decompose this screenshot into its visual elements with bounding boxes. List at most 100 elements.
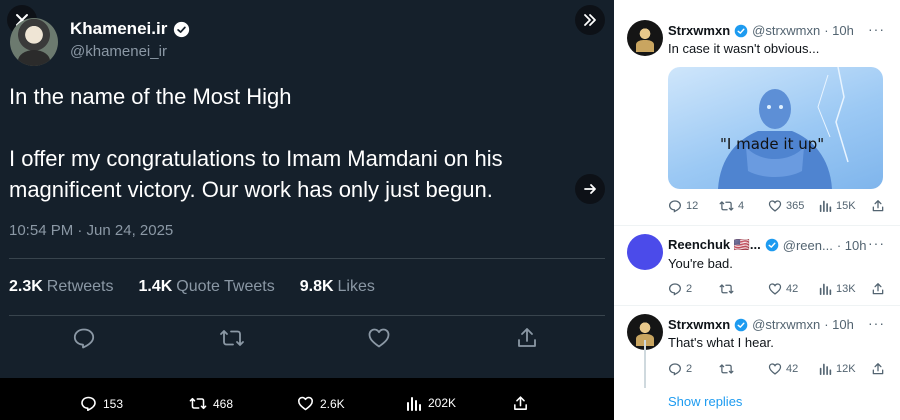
author-name[interactable]: Khamenei.ir xyxy=(70,19,190,39)
reply-count: 2 xyxy=(686,283,693,295)
author-avatar[interactable] xyxy=(10,18,58,66)
views-chart-icon xyxy=(407,397,421,411)
reply-time[interactable]: · 10h xyxy=(824,23,854,38)
retweets-stat[interactable]: 2.3K Retweets xyxy=(9,278,114,296)
views-button[interactable]: 15K xyxy=(819,199,856,212)
views-button[interactable]: 13K xyxy=(819,282,856,295)
verified-badge-icon xyxy=(765,238,779,252)
reply-icon xyxy=(668,283,682,296)
more-options-icon[interactable]: ··· xyxy=(868,21,885,37)
reply-icon xyxy=(81,396,96,412)
avatar[interactable] xyxy=(627,20,663,56)
likes-label: Likes xyxy=(337,278,375,295)
reply-text: That's what I hear. xyxy=(668,335,774,350)
views-count: 13K xyxy=(836,282,856,295)
retweet-icon xyxy=(719,201,734,211)
reply-button[interactable]: 12 xyxy=(668,199,698,213)
bottom-action-bar: 153 468 2.6K 202K xyxy=(0,378,614,420)
reply-time[interactable]: · 10h xyxy=(824,317,854,332)
avatar[interactable] xyxy=(627,234,663,270)
divider xyxy=(9,258,605,259)
views-count: 12K xyxy=(836,362,856,375)
reply-header: Strxwmxn @strxwmxn · 10h xyxy=(668,23,854,38)
arrow-right-icon xyxy=(584,184,596,194)
reply-text: In case it wasn't obvious... xyxy=(668,41,820,56)
retweets-label: Retweets xyxy=(46,278,114,295)
bottom-views-count: 202K xyxy=(428,396,457,410)
views-count: 15K xyxy=(836,199,856,212)
like-button[interactable]: 42 xyxy=(768,362,798,376)
views-chart-icon xyxy=(819,363,832,375)
tweet-action-bar xyxy=(0,326,614,356)
retweet-button[interactable] xyxy=(719,362,738,376)
reply-button[interactable] xyxy=(72,326,98,352)
author-handle[interactable]: @khamenei_ir xyxy=(70,43,167,60)
tweet-detail-panel: Khamenei.ir @khamenei_ir In the name of … xyxy=(0,0,614,420)
like-button[interactable]: 42 xyxy=(768,282,798,296)
reply-action-bar: 12 4 365 15K xyxy=(668,199,890,215)
thread-connector xyxy=(644,340,646,388)
quotes-stat[interactable]: 1.4K Quote Tweets xyxy=(139,278,275,296)
reply-item[interactable]: Strxwmxn @strxwmxn · 10h ··· In case it … xyxy=(614,0,900,225)
retweet-icon xyxy=(189,397,207,410)
reply-author-handle[interactable]: @strxwmxn xyxy=(752,317,820,332)
like-button[interactable] xyxy=(367,326,393,352)
retweet-button[interactable] xyxy=(219,326,245,352)
retweet-button[interactable] xyxy=(719,282,738,296)
bottom-retweet-count: 468 xyxy=(213,396,234,411)
reply-item[interactable]: Strxwmxn @strxwmxn · 10h ··· That's what… xyxy=(614,306,900,420)
heart-icon xyxy=(768,283,782,295)
reply-author-name[interactable]: Reenchuk 🇺🇸... xyxy=(668,237,761,253)
share-icon xyxy=(872,283,884,295)
reply-icon xyxy=(668,200,682,213)
reply-author-handle[interactable]: @reen... xyxy=(783,238,833,253)
share-button[interactable] xyxy=(871,282,885,296)
share-icon xyxy=(514,396,527,410)
tweet-timestamp[interactable]: 10:54 PM · Jun 24, 2025 xyxy=(9,222,173,239)
like-button[interactable]: 365 xyxy=(768,199,804,213)
views-chart-icon xyxy=(819,200,832,212)
bottom-retweet-button[interactable]: 468 xyxy=(189,395,233,412)
bottom-reply-count: 153 xyxy=(103,396,124,411)
replies-panel: Strxwmxn @strxwmxn · 10h ··· In case it … xyxy=(614,0,900,420)
reply-button[interactable]: 2 xyxy=(668,362,692,376)
bottom-share-button[interactable] xyxy=(512,395,529,412)
more-options-icon[interactable]: ··· xyxy=(868,235,885,251)
bottom-views-button[interactable]: 202K xyxy=(406,395,456,411)
share-icon xyxy=(872,200,884,212)
likes-stat[interactable]: 9.8K Likes xyxy=(300,278,375,296)
like-count: 42 xyxy=(786,283,799,295)
retweet-button[interactable]: 4 xyxy=(719,199,744,213)
author-name-text: Khamenei.ir xyxy=(70,19,168,38)
reply-author-handle[interactable]: @strxwmxn xyxy=(752,23,820,38)
retweet-icon xyxy=(220,330,244,346)
share-button[interactable] xyxy=(871,199,885,213)
reply-action-bar: 2 42 12K xyxy=(668,362,890,378)
verified-badge-icon xyxy=(734,24,748,37)
reply-author-name[interactable]: Strxwmxn xyxy=(668,317,730,332)
reply-header: Reenchuk 🇺🇸... @reen... · 10h xyxy=(668,237,866,253)
reply-item[interactable]: Reenchuk 🇺🇸... @reen... · 10h ··· You're… xyxy=(614,226,900,306)
share-button[interactable] xyxy=(515,326,541,352)
show-replies-link[interactable]: Show replies xyxy=(668,394,742,409)
reply-header: Strxwmxn @strxwmxn · 10h xyxy=(668,317,854,332)
attached-image[interactable]: "I made it up" xyxy=(668,67,883,189)
more-options-icon[interactable]: ··· xyxy=(868,315,885,331)
share-button[interactable] xyxy=(871,362,885,376)
expand-button[interactable] xyxy=(575,5,605,35)
reply-text: You're bad. xyxy=(668,256,733,271)
like-count: 365 xyxy=(786,200,805,212)
image-caption: "I made it up" xyxy=(720,135,825,153)
bottom-reply-button[interactable]: 153 xyxy=(80,395,123,412)
heart-icon xyxy=(768,200,782,212)
reply-author-name[interactable]: Strxwmxn xyxy=(668,23,730,38)
reply-time[interactable]: · 10h xyxy=(837,238,867,253)
meme-figure-illustration xyxy=(718,67,849,189)
quotes-count: 1.4K xyxy=(138,278,173,295)
reply-button[interactable]: 2 xyxy=(668,282,692,296)
views-button[interactable]: 12K xyxy=(819,362,856,375)
divider xyxy=(9,315,605,316)
bottom-like-button[interactable]: 2.6K xyxy=(297,395,345,412)
next-button[interactable] xyxy=(575,174,605,204)
retweet-icon xyxy=(719,364,734,374)
